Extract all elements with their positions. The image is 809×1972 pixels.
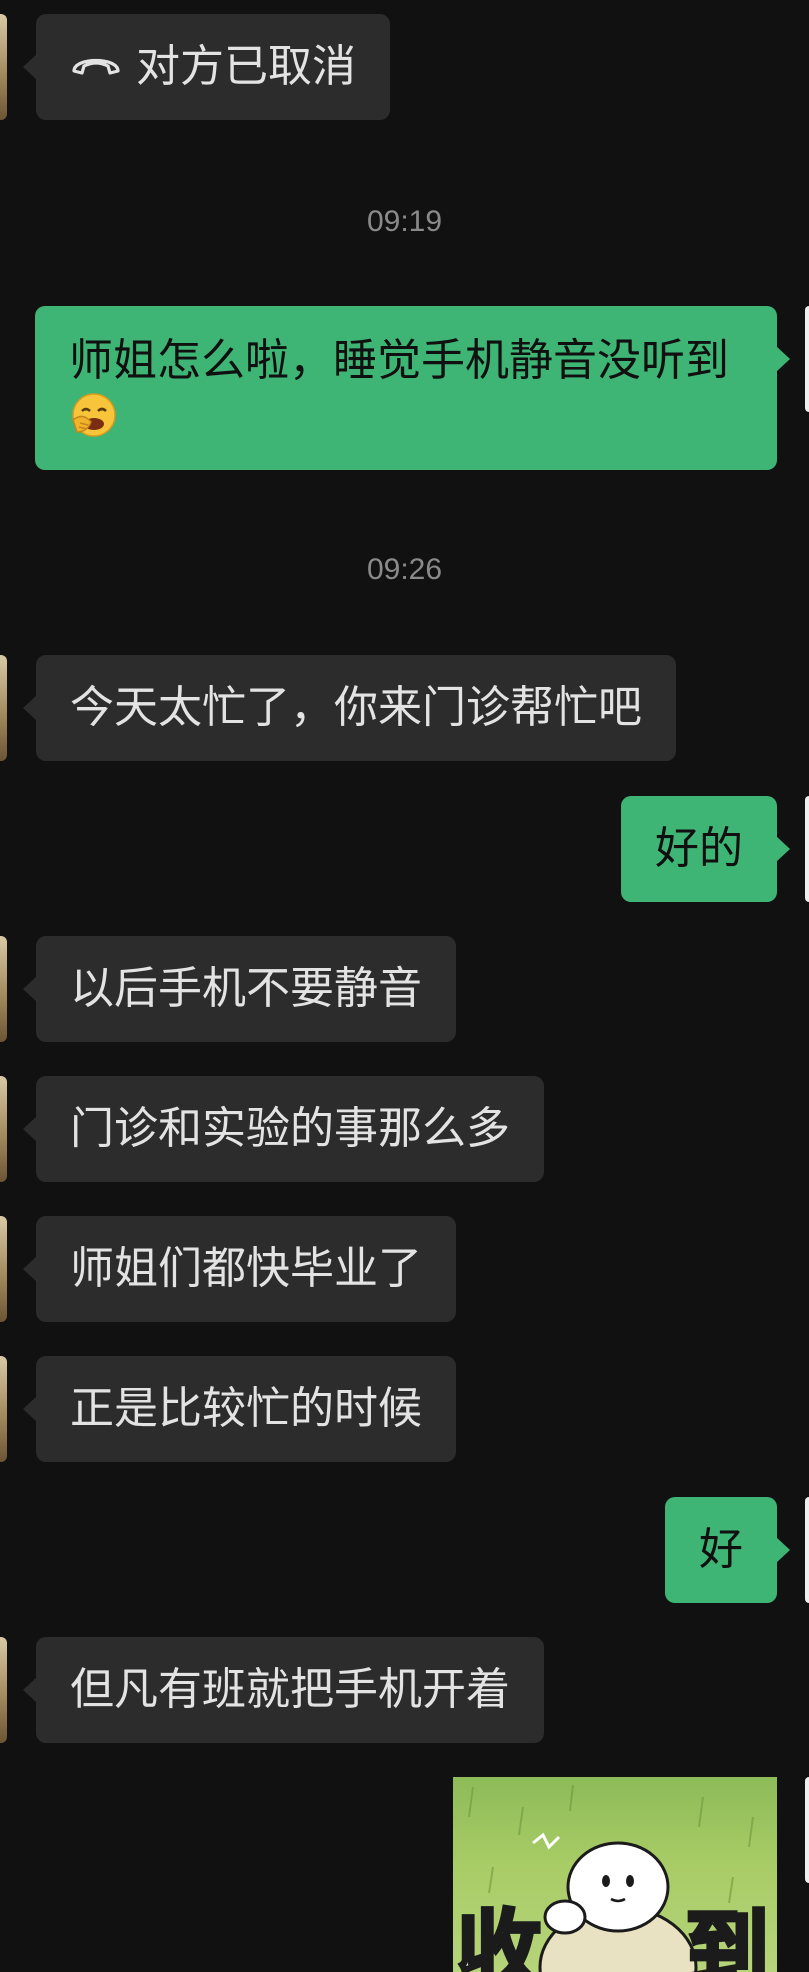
contact-avatar[interactable] xyxy=(0,936,7,1042)
contact-avatar[interactable] xyxy=(0,14,7,120)
message-text: 以后手机不要静音 xyxy=(70,963,422,1014)
timestamp: 09:19 xyxy=(366,205,443,238)
my-avatar[interactable] xyxy=(805,306,809,412)
sticker-text-right: 到 xyxy=(683,1901,771,1972)
incoming-message-bubble[interactable]: 师姐们都快毕业了 xyxy=(23,1216,456,1322)
contact-avatar[interactable] xyxy=(0,1076,7,1182)
call-record-bubble[interactable]: 对方已取消 xyxy=(23,14,390,120)
outgoing-message-bubble[interactable]: 好的 xyxy=(621,796,790,902)
phone-hangup-icon xyxy=(70,36,122,94)
incoming-message-bubble[interactable]: 以后手机不要静音 xyxy=(23,936,456,1042)
sticker-text-left: 收 xyxy=(455,1901,543,1972)
outgoing-message-bubble[interactable]: 好 xyxy=(665,1497,790,1603)
emoji-line xyxy=(69,390,743,455)
face-with-hand-over-mouth-emoji xyxy=(69,390,119,455)
sticker-message[interactable]: 收 到 xyxy=(453,1777,777,1972)
timestamp: 09:26 xyxy=(366,553,443,586)
message-text: 好的 xyxy=(655,823,743,874)
my-avatar[interactable] xyxy=(805,1777,809,1883)
contact-avatar[interactable] xyxy=(0,1637,7,1743)
call-status-text: 对方已取消 xyxy=(136,41,356,92)
contact-avatar[interactable] xyxy=(0,655,7,761)
message-text: 门诊和实验的事那么多 xyxy=(70,1103,510,1154)
incoming-message-bubble[interactable]: 正是比较忙的时候 xyxy=(23,1356,456,1462)
incoming-message-bubble[interactable]: 门诊和实验的事那么多 xyxy=(23,1076,544,1182)
contact-avatar[interactable] xyxy=(0,1216,7,1322)
incoming-message-bubble[interactable]: 但凡有班就把手机开着 xyxy=(23,1637,544,1743)
message-text: 好 xyxy=(699,1524,743,1575)
contact-avatar[interactable] xyxy=(0,1356,7,1462)
message-text: 正是比较忙的时候 xyxy=(70,1383,422,1434)
message-text: 今天太忙了，你来门诊帮忙吧 xyxy=(70,682,642,733)
message-text: 师姐怎么啦，睡觉手机静音没听到 xyxy=(69,335,729,386)
incoming-message-bubble[interactable]: 今天太忙了，你来门诊帮忙吧 xyxy=(23,655,676,761)
message-text: 师姐们都快毕业了 xyxy=(70,1243,422,1294)
my-avatar[interactable] xyxy=(805,1497,809,1603)
my-avatar[interactable] xyxy=(805,796,809,902)
message-text: 但凡有班就把手机开着 xyxy=(70,1664,510,1715)
outgoing-message-bubble[interactable]: 师姐怎么啦，睡觉手机静音没听到 xyxy=(35,306,790,470)
